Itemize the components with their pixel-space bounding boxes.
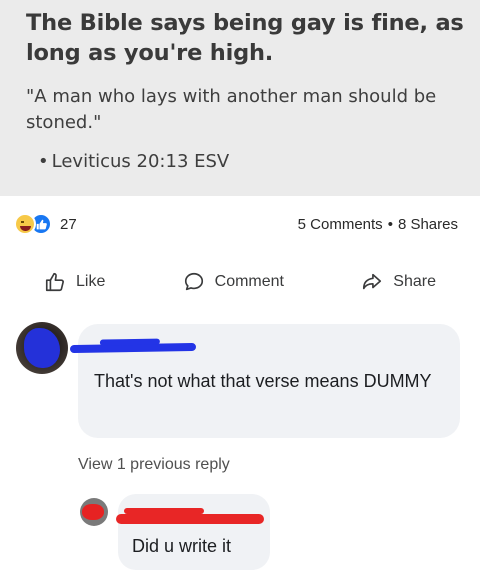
- like-label: Like: [76, 273, 106, 290]
- shares-count-link[interactable]: 8 Shares: [398, 216, 458, 233]
- comment-label: Comment: [214, 273, 284, 290]
- stats-separator: •: [387, 216, 393, 233]
- avatar-redaction: [24, 328, 60, 368]
- post-citation: • Leviticus 20:13 ESV: [26, 150, 466, 174]
- post-headline: The Bible says being gay is fine, as lon…: [26, 10, 464, 66]
- share-button[interactable]: Share: [361, 262, 436, 302]
- reply-author-redaction: [116, 508, 264, 524]
- citation-text: Leviticus 20:13 ESV: [51, 151, 230, 172]
- view-previous-reply-link[interactable]: View 1 previous reply: [78, 456, 230, 474]
- citation-bullet: •: [38, 151, 49, 172]
- comment-bubble-icon: [184, 272, 203, 291]
- avatar[interactable]: [80, 498, 108, 526]
- reply-bubble[interactable]: Did u write it: [118, 494, 270, 570]
- like-button[interactable]: Like: [44, 262, 105, 302]
- reply-text: Did u write it: [132, 536, 232, 556]
- comment-text: That's not what that verse means DUMMY: [94, 371, 432, 391]
- post-quote: "A man who lays with another man should …: [26, 86, 437, 133]
- share-label: Share: [393, 273, 436, 290]
- share-arrow-icon: [363, 273, 382, 290]
- thumbs-up-icon: [45, 272, 64, 292]
- reactions-summary[interactable]: 27: [14, 212, 77, 236]
- haha-reaction-icon: [14, 213, 36, 235]
- avatar[interactable]: [16, 322, 68, 374]
- post-stats-row: 27 5 Comments • 8 Shares: [0, 206, 480, 242]
- engagement-counts: 5 Comments • 8 Shares: [298, 216, 458, 233]
- post-actions-bar: Like Comment Share: [0, 262, 480, 302]
- comments-count-link[interactable]: 5 Comments: [298, 216, 383, 233]
- post-image[interactable]: The Bible says being gay is fine, as lon…: [0, 0, 480, 196]
- reaction-count: 27: [60, 215, 77, 233]
- comment-button[interactable]: Comment: [183, 262, 284, 302]
